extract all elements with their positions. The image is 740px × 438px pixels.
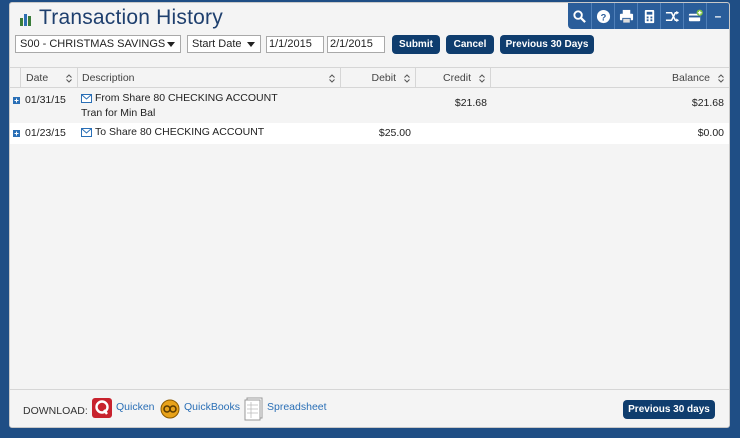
table-row[interactable]: 01/23/15 To Share 80 CHECKING ACCOUNT $2…: [10, 123, 729, 144]
sort-icon: [329, 74, 335, 83]
row-balance: $21.68: [691, 97, 724, 109]
toolbar: ? –: [568, 3, 729, 29]
previous-30-days-button[interactable]: Previous 30 Days: [500, 35, 594, 54]
table-header: Date Description Debit Credit Balance: [10, 67, 729, 88]
column-debit-label: Debit: [371, 72, 396, 84]
sort-icon: [404, 74, 410, 83]
row-credit: $21.68: [454, 97, 487, 109]
start-date-input[interactable]: 1/1/2015: [266, 36, 324, 53]
column-date[interactable]: Date: [20, 68, 77, 88]
end-date-input[interactable]: 2/1/2015: [327, 36, 385, 53]
bar-chart-icon: [20, 14, 31, 26]
date-type-select-value: Start Date: [192, 38, 242, 50]
transfer-icon[interactable]: [660, 3, 683, 29]
title-bar: Transaction History ? –: [10, 3, 729, 35]
expand-icon[interactable]: [13, 130, 20, 137]
sort-icon: [718, 74, 724, 83]
spreadsheet-link[interactable]: Spreadsheet: [267, 401, 327, 413]
column-date-label: Date: [26, 72, 49, 84]
quicken-icon[interactable]: [91, 397, 113, 419]
download-bar: DOWNLOAD: Quicken QuickBooks Spreadsheet…: [10, 389, 729, 427]
add-card-icon[interactable]: [683, 3, 706, 29]
transaction-history-panel: Transaction History ? – S00 - CHRISTMAS …: [9, 2, 730, 428]
column-debit[interactable]: Debit: [340, 68, 415, 88]
previous-30-days-footer-button[interactable]: Previous 30 days: [623, 400, 715, 419]
spreadsheet-icon[interactable]: [244, 397, 264, 421]
quickbooks-link[interactable]: QuickBooks: [184, 401, 240, 413]
transactions-table: Date Description Debit Credit Balance 01…: [10, 67, 729, 144]
sort-icon: [66, 74, 72, 83]
chevron-down-icon: [247, 42, 255, 47]
submit-button[interactable]: Submit: [392, 35, 440, 54]
search-icon[interactable]: [568, 3, 591, 29]
row-description-text: To Share 80 CHECKING ACCOUNT: [95, 126, 265, 138]
date-type-select[interactable]: Start Date: [187, 35, 261, 53]
column-balance[interactable]: Balance: [490, 68, 729, 88]
row-description: To Share 80 CHECKING ACCOUNT: [81, 126, 264, 138]
account-select-value: S00 - CHRISTMAS SAVINGS: [20, 38, 166, 50]
row-date: 01/23/15: [25, 127, 66, 139]
download-label: DOWNLOAD:: [23, 405, 88, 417]
row-debit: $25.00: [378, 127, 411, 139]
chevron-down-icon: [167, 42, 175, 47]
print-icon[interactable]: [614, 3, 637, 29]
column-description[interactable]: Description: [77, 68, 340, 88]
cancel-button[interactable]: Cancel: [446, 35, 494, 54]
row-memo: Tran for Min Bal: [81, 107, 156, 119]
envelope-icon[interactable]: [81, 94, 92, 103]
calculator-icon[interactable]: [637, 3, 660, 29]
quicken-link[interactable]: Quicken: [116, 401, 155, 413]
row-date: 01/31/15: [25, 94, 66, 106]
column-balance-label: Balance: [672, 72, 710, 84]
expand-icon[interactable]: [13, 97, 20, 104]
row-description: From Share 80 CHECKING ACCOUNT: [81, 92, 278, 104]
sort-icon: [479, 74, 485, 83]
help-icon[interactable]: ?: [591, 3, 614, 29]
page-title: Transaction History: [39, 6, 223, 29]
column-credit[interactable]: Credit: [415, 68, 490, 88]
quickbooks-icon[interactable]: [158, 397, 182, 419]
row-balance: $0.00: [697, 127, 724, 139]
svg-text:?: ?: [600, 12, 606, 22]
column-description-label: Description: [82, 72, 135, 84]
envelope-icon[interactable]: [81, 128, 92, 137]
column-credit-label: Credit: [442, 72, 471, 84]
row-description-text: From Share 80 CHECKING ACCOUNT: [95, 92, 278, 104]
table-row[interactable]: 01/31/15 From Share 80 CHECKING ACCOUNT …: [10, 88, 729, 123]
minimize-icon[interactable]: –: [706, 3, 729, 29]
account-select[interactable]: S00 - CHRISTMAS SAVINGS: [15, 35, 181, 53]
